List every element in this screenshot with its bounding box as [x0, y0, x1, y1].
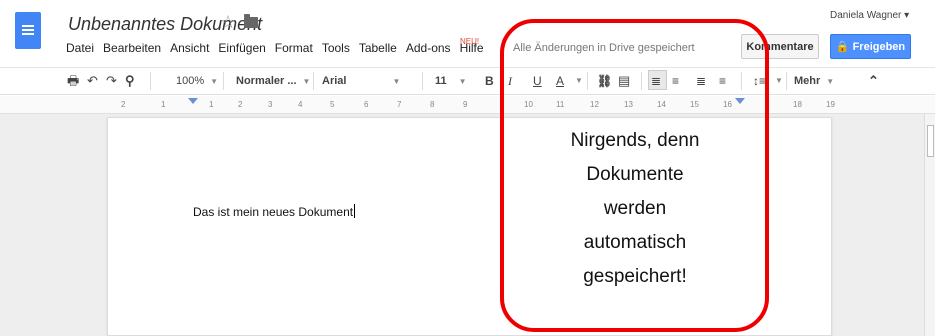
share-button[interactable]: 🔒 Freigeben [830, 34, 911, 59]
menu-item-format[interactable]: Format [275, 41, 313, 55]
callout-highlight-frame [500, 19, 769, 332]
user-account[interactable]: Daniela Wagner ▾ [830, 10, 909, 21]
ruler-number: 1 [161, 100, 166, 109]
font-value: Arial [322, 75, 347, 87]
menu-bar: Datei Bearbeiten Ansicht Einfügen Format… [66, 41, 493, 55]
scrollbar-thumb[interactable] [927, 125, 934, 157]
chevron-down-icon[interactable]: ▼ [775, 67, 783, 95]
style-select[interactable]: Normaler ... ▼ [236, 67, 310, 95]
star-icon[interactable]: ☆ [220, 12, 236, 33]
size-value: 11 [435, 75, 447, 87]
chevron-down-icon: ▼ [210, 77, 219, 86]
size-select[interactable]: 11 ▼ [435, 67, 467, 95]
docs-logo-icon[interactable] [15, 12, 41, 49]
menu-item-tabelle[interactable]: Tabelle [359, 41, 397, 55]
ruler-number: 1 [209, 100, 214, 109]
chevron-down-icon: ▼ [392, 77, 401, 86]
menu-item-addons[interactable]: Add-ons [406, 41, 451, 55]
bold-button[interactable]: B [485, 67, 494, 95]
menu-item-tools[interactable]: Tools [322, 41, 350, 55]
more-button[interactable]: Mehr ▼ [794, 67, 834, 95]
ruler-number: 19 [826, 100, 835, 109]
menu-item-ansicht[interactable]: Ansicht [170, 41, 209, 55]
collapse-icon[interactable]: ⌃ [868, 67, 879, 95]
paint-format-icon[interactable]: ⚲ [125, 67, 135, 95]
menu-item-einfuegen[interactable]: Einfügen [218, 41, 265, 55]
ruler-number: 7 [397, 100, 402, 109]
document-body-text[interactable]: Das ist mein neues Dokument [193, 204, 356, 219]
ruler-number: 2 [238, 100, 243, 109]
chevron-down-icon: ▼ [458, 77, 467, 86]
chevron-down-icon: ▼ [826, 77, 835, 86]
ruler-number: 2 [121, 100, 126, 109]
new-badge: NEU! [460, 37, 480, 46]
ruler-number: 18 [793, 100, 802, 109]
ruler-number: 6 [364, 100, 369, 109]
menu-item-bearbeiten[interactable]: Bearbeiten [103, 41, 161, 55]
zoom-value: 100% [176, 75, 205, 87]
text-cursor [354, 204, 356, 218]
undo-icon[interactable]: ↶ [87, 67, 98, 95]
redo-icon[interactable]: ↷ [106, 67, 117, 95]
ruler-number: 4 [298, 100, 303, 109]
ruler[interactable]: 2 1 1 2 3 4 5 6 7 8 9 10 11 12 13 14 15 … [0, 96, 935, 114]
print-icon[interactable]: 🖶 [67, 67, 79, 95]
document-text: Das ist mein neues Dokument [193, 205, 354, 219]
menu-item-datei[interactable]: Datei [66, 41, 94, 55]
folder-icon[interactable] [244, 14, 258, 28]
ruler-number: 9 [463, 100, 468, 109]
zoom-select[interactable]: 100% ▼ [176, 67, 218, 95]
style-value: Normaler ... [236, 75, 297, 87]
ruler-number: 5 [330, 100, 335, 109]
ruler-number: 3 [268, 100, 273, 109]
ruler-number: 8 [430, 100, 435, 109]
indent-marker-icon[interactable] [188, 98, 198, 104]
chevron-down-icon: ▼ [302, 77, 311, 86]
more-label: Mehr [794, 75, 821, 87]
font-select[interactable]: Arial ▼ [322, 67, 400, 95]
